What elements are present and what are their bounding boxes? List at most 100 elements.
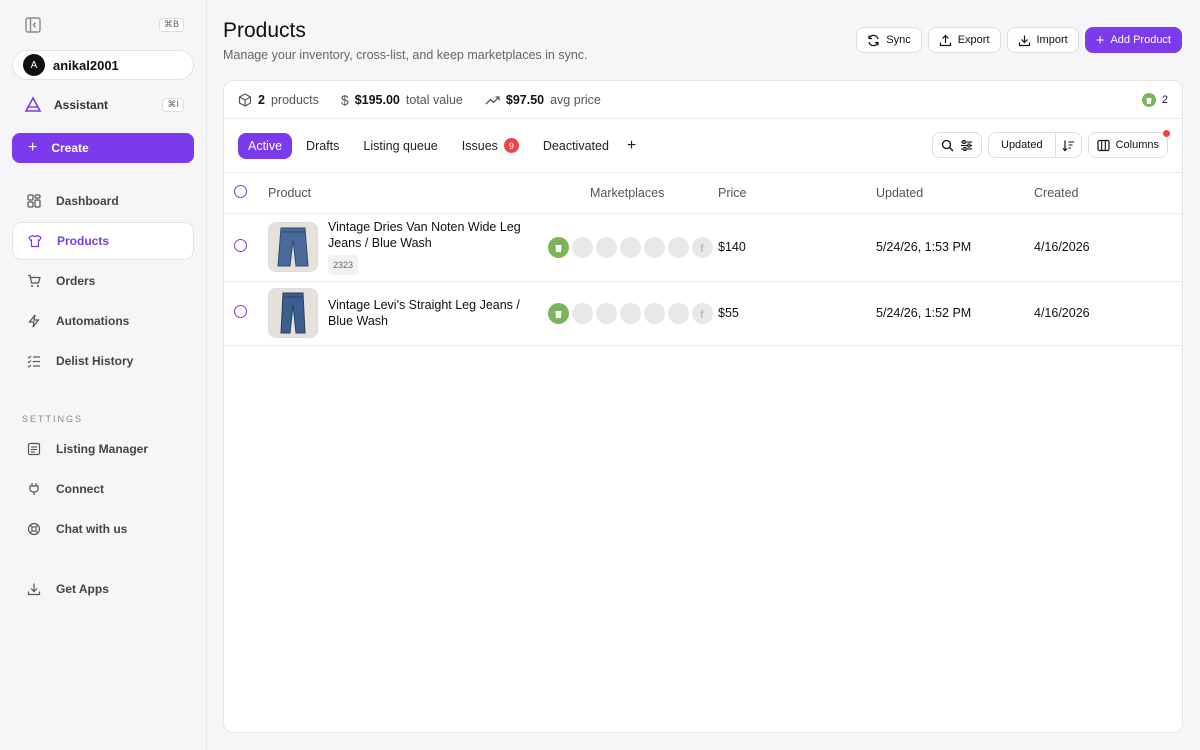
product-thumbnail[interactable] bbox=[268, 288, 318, 338]
column-header-product[interactable]: Product bbox=[268, 173, 548, 214]
svg-text:f: f bbox=[700, 309, 704, 319]
list-icon bbox=[27, 442, 41, 456]
sidebar-item-get-apps[interactable]: Get Apps bbox=[12, 570, 194, 608]
poshmark-icon[interactable] bbox=[620, 302, 641, 324]
sidebar-item-connect[interactable]: Connect bbox=[12, 470, 194, 508]
add-tab-icon[interactable]: + bbox=[627, 137, 636, 155]
table-row[interactable]: Vintage Dries Van Noten Wide Leg Jeans /… bbox=[224, 213, 1182, 282]
sync-button[interactable]: Sync bbox=[856, 27, 922, 53]
tab-active[interactable]: Active bbox=[238, 132, 293, 159]
tab-deactivated[interactable]: Deactivated bbox=[533, 133, 619, 159]
row-select-radio[interactable] bbox=[234, 305, 247, 318]
header-actions: Sync Export Import + Add Product bbox=[856, 27, 1182, 53]
columns-button[interactable]: Columns bbox=[1087, 130, 1170, 158]
sidebar-item-delist-history[interactable]: Delist History bbox=[12, 342, 194, 380]
sidebar: ⌘B A anikal2001 Assistant ⌘I + Create Da… bbox=[0, 0, 207, 750]
sidebar-item-listing-manager[interactable]: Listing Manager bbox=[12, 430, 194, 468]
create-label: Create bbox=[51, 141, 89, 155]
products-card: 2 products $ $195.00 total value $97.50 … bbox=[223, 80, 1183, 733]
user-menu[interactable]: A anikal2001 bbox=[12, 50, 194, 80]
search-icon bbox=[941, 139, 954, 151]
facebook-icon[interactable]: f bbox=[692, 302, 713, 324]
settings-section-label: SETTINGS bbox=[22, 414, 84, 424]
sidebar-item-orders[interactable]: Orders bbox=[12, 262, 194, 300]
row-select-radio[interactable] bbox=[234, 239, 247, 252]
avg-price: $97.50 bbox=[505, 92, 545, 107]
total-value-label: total value bbox=[405, 92, 463, 107]
product-thumbnail[interactable] bbox=[268, 222, 318, 272]
assistant-button[interactable]: Assistant ⌘I bbox=[24, 95, 184, 115]
sku-badge: 2323 bbox=[328, 255, 359, 275]
svg-text:f: f bbox=[700, 243, 704, 253]
dollar-icon: $ bbox=[340, 91, 349, 108]
product-cell: Vintage Levi's Straight Leg Jeans / Blue… bbox=[268, 288, 548, 338]
page-subtitle: Manage your inventory, cross-list, and k… bbox=[223, 48, 588, 62]
sidebar-item-label: Chat with us bbox=[56, 522, 128, 536]
column-header-marketplaces[interactable]: Marketplaces bbox=[548, 173, 718, 214]
download-icon bbox=[1018, 35, 1030, 46]
add-product-button[interactable]: + Add Product bbox=[1084, 27, 1182, 53]
product-title[interactable]: Vintage Levi's Straight Leg Jeans / Blue… bbox=[328, 297, 528, 329]
checklist-icon bbox=[27, 355, 40, 368]
bolt-icon bbox=[28, 314, 40, 328]
tab-listing-queue[interactable]: Listing queue bbox=[353, 133, 447, 159]
etsy-icon[interactable] bbox=[596, 302, 617, 324]
sidebar-item-label: Dashboard bbox=[56, 194, 119, 208]
filter-sliders-icon bbox=[961, 139, 972, 151]
sidebar-item-label: Automations bbox=[56, 314, 130, 328]
toolbar-actions: Updated Columns bbox=[932, 130, 1170, 158]
stat-products: 2 products bbox=[238, 93, 319, 107]
sidebar-item-automations[interactable]: Automations bbox=[12, 302, 194, 340]
column-header-updated[interactable]: Updated bbox=[876, 173, 1034, 214]
ebay-icon[interactable] bbox=[572, 302, 593, 324]
poshmark-icon[interactable] bbox=[620, 236, 641, 258]
search-filter-button[interactable] bbox=[932, 132, 982, 158]
mercari-icon[interactable] bbox=[644, 236, 665, 258]
sort-field-button[interactable]: Updated bbox=[989, 133, 1055, 157]
etsy-icon[interactable] bbox=[596, 236, 617, 258]
mercari-icon[interactable] bbox=[644, 302, 665, 324]
ebay-icon[interactable] bbox=[572, 236, 593, 258]
sidebar-item-products[interactable]: Products bbox=[12, 222, 194, 260]
assistant-label: Assistant bbox=[54, 98, 109, 112]
main-nav: Dashboard Products Orders Automations De… bbox=[12, 182, 194, 382]
column-header-marketplaces-label: Marketplaces bbox=[590, 185, 665, 200]
sidebar-top: ⌘B bbox=[24, 16, 184, 34]
import-button[interactable]: Import bbox=[1006, 27, 1079, 53]
sidebar-item-label: Listing Manager bbox=[56, 442, 149, 456]
depop-icon[interactable] bbox=[668, 236, 689, 258]
stat-total-value: $ $195.00 total value bbox=[341, 92, 463, 108]
sidebar-item-chat[interactable]: Chat with us bbox=[12, 510, 194, 548]
select-all-radio[interactable] bbox=[234, 184, 247, 198]
create-button[interactable]: + Create bbox=[12, 133, 194, 163]
plus-icon: + bbox=[1095, 31, 1105, 49]
table-row[interactable]: Vintage Levi's Straight Leg Jeans / Blue… bbox=[224, 281, 1182, 346]
facebook-icon[interactable]: f bbox=[692, 236, 713, 258]
tab-drafts[interactable]: Drafts bbox=[296, 133, 349, 159]
depop-icon[interactable] bbox=[668, 302, 689, 324]
tab-issues[interactable]: Issues 9 bbox=[452, 133, 529, 159]
total-value: $195.00 bbox=[354, 92, 400, 107]
sidebar-item-dashboard[interactable]: Dashboard bbox=[12, 182, 194, 220]
column-header-price[interactable]: Price bbox=[718, 173, 876, 214]
stats-bar: 2 products $ $195.00 total value $97.50 … bbox=[224, 81, 1182, 119]
sidebar-collapse-icon[interactable] bbox=[24, 16, 42, 34]
column-header-created[interactable]: Created bbox=[1034, 173, 1182, 214]
shopify-count[interactable]: 2 bbox=[1141, 93, 1168, 107]
product-cell: Vintage Dries Van Noten Wide Leg Jeans /… bbox=[268, 219, 548, 275]
shopify-icon[interactable] bbox=[548, 236, 569, 258]
plug-icon bbox=[29, 483, 39, 495]
marketplace-icons: f bbox=[548, 302, 718, 324]
products-table: Product Marketplaces Price Updated Creat… bbox=[224, 173, 1182, 346]
sync-icon bbox=[868, 34, 879, 46]
box-icon bbox=[238, 92, 252, 107]
sidebar-item-label: Delist History bbox=[56, 354, 134, 368]
assistant-icon bbox=[24, 96, 42, 112]
sync-label: Sync bbox=[886, 34, 911, 46]
export-button[interactable]: Export bbox=[927, 27, 1001, 53]
created-cell: 4/16/2026 bbox=[1034, 281, 1182, 346]
product-title[interactable]: Vintage Dries Van Noten Wide Leg Jeans /… bbox=[328, 219, 528, 251]
marketplace-icons: f bbox=[548, 236, 718, 258]
sort-direction-button[interactable] bbox=[1054, 133, 1081, 157]
shopify-icon[interactable] bbox=[548, 302, 569, 324]
